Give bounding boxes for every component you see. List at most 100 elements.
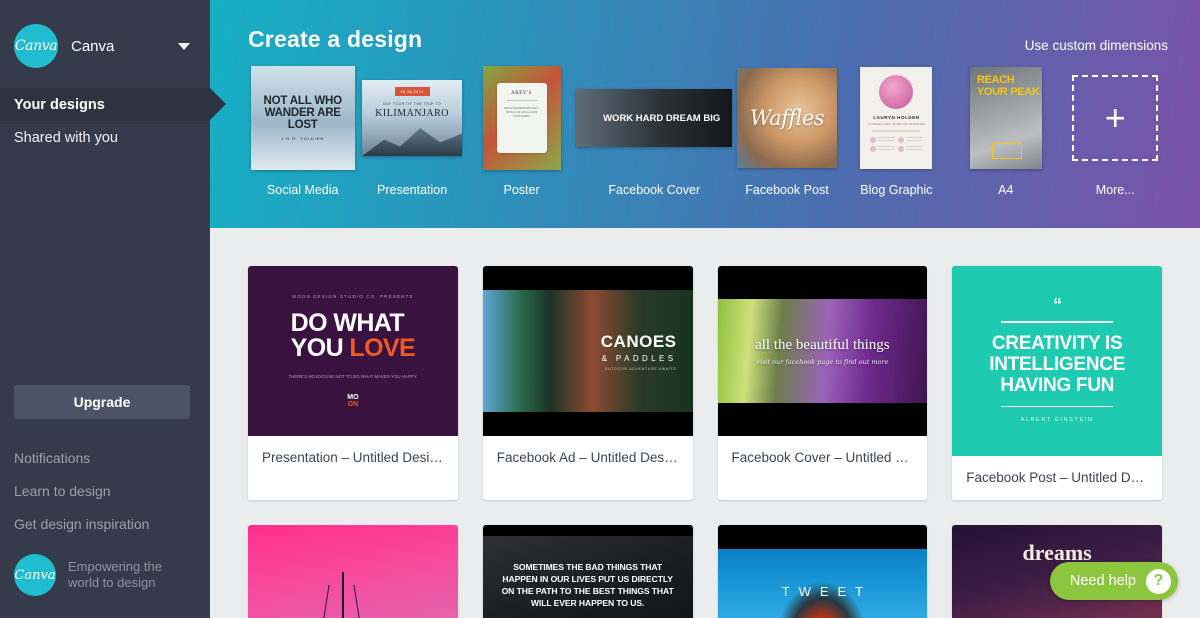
chevron-down-icon[interactable]	[178, 43, 190, 50]
design-type-label: Presentation	[377, 183, 447, 197]
brand-name: Canva	[71, 38, 178, 55]
bullet-icon	[870, 137, 876, 143]
design-attribution: ALBERT EINSTEIN	[1021, 417, 1094, 423]
thumb-role: FOUNDER AND INTERIOR DESIGNER	[867, 123, 925, 126]
canva-footer-logo-icon: Canva	[14, 554, 56, 596]
design-thumbnail: TWEET	[718, 525, 928, 618]
create-a-design-panel: Create a design Use custom dimensions NO…	[210, 0, 1200, 228]
need-help-label: Need help	[1070, 573, 1136, 589]
design-card[interactable]: MOON DESIGN STUDIO CO. PRESENTS DO WHAT …	[248, 266, 458, 500]
use-custom-dimensions-link[interactable]: Use custom dimensions	[1025, 38, 1168, 53]
design-type-social-media[interactable]: NOT ALL WHO WANDER ARE LOST J.R.R. TOLKI…	[248, 62, 357, 197]
design-thumbnail: CANOES & PADDLES OUTDOOR ADVENTURE AWAIT…	[483, 266, 693, 436]
design-card[interactable]: CANOES & PADDLES OUTDOOR ADVENTURE AWAIT…	[483, 266, 693, 500]
sidebar-item-learn-to-design[interactable]: Learn to design	[0, 474, 210, 507]
sidebar-item-shared-with-you[interactable]: Shared with you	[0, 121, 210, 154]
thumb-kicker: DAY TOUR OF THE TRIP TO	[383, 102, 441, 106]
rigging-line	[354, 585, 367, 618]
design-thumbnail: MOON DESIGN STUDIO CO. PRESENTS DO WHAT …	[248, 266, 458, 436]
logo-line-2: ON	[347, 401, 358, 408]
design-thumbnail: all the beautiful things visit our faceb…	[718, 266, 928, 436]
your-designs-grid-area: MOON DESIGN STUDIO CO. PRESENTS DO WHAT …	[210, 228, 1200, 618]
design-card-caption: Facebook Post – Untitled Design	[952, 456, 1162, 500]
need-help-button[interactable]: Need help ?	[1050, 562, 1178, 600]
thumb-headline: WORK HARD DREAM BIG	[603, 113, 720, 124]
design-body: THERE'S NO EXCUSE NOT TO DO WHAT MAKES Y…	[288, 374, 417, 380]
design-subhead: visit our facebook page to find out more	[756, 358, 888, 366]
sidebar-item-get-design-inspiration[interactable]: Get design inspiration	[0, 507, 210, 540]
sidebar-nav: Your designs Shared with you	[0, 88, 210, 154]
design-card[interactable]: “ CREATIVITY IS INTELLIGENCE HAVING FUN …	[952, 266, 1162, 500]
design-headline: DO WHAT YOU LOVE	[291, 311, 415, 361]
design-logo: MO ON	[347, 394, 358, 408]
design-type-facebook-post[interactable]: Waffles Facebook Post	[732, 62, 841, 197]
sidebar-spacer	[0, 154, 210, 385]
facebook-post-thumbnail: Waffles	[737, 68, 837, 168]
design-type-label: A4	[998, 183, 1013, 197]
design-kicker: MOON DESIGN STUDIO CO. PRESENTS	[292, 294, 413, 299]
question-mark-icon[interactable]: ?	[1146, 569, 1171, 594]
sidebar: Canva Canva Your designs Shared with you…	[0, 0, 210, 618]
social-media-thumbnail: NOT ALL WHO WANDER ARE LOST J.R.R. TOLKI…	[251, 66, 355, 170]
icon-grid	[870, 137, 922, 152]
design-thumbnail: SOMETIMES THE BAD THINGS THAT HAPPEN IN …	[483, 525, 693, 618]
design-headline: CREATIVITY IS INTELLIGENCE HAVING FUN	[952, 333, 1162, 396]
facebook-cover-thumbnail: WORK HARD DREAM BIG	[576, 89, 732, 147]
canva-app: Canva Canva Your designs Shared with you…	[0, 0, 1200, 618]
brand-selector[interactable]: Canva Canva	[0, 0, 210, 74]
design-subhead: & PADDLES	[601, 354, 677, 363]
logo-line-1: MO	[347, 394, 358, 401]
design-type-row: NOT ALL WHO WANDER ARE LOST J.R.R. TOLKI…	[210, 67, 1200, 197]
design-type-label: More...	[1096, 183, 1135, 197]
a4-thumbnail: REACH YOUR PEAK	[970, 67, 1042, 169]
sidebar-item-your-designs[interactable]: Your designs	[0, 88, 210, 121]
thumb-headline: ABEY'S	[511, 91, 532, 96]
design-type-poster[interactable]: ABEY'S FRESH INGREDIENTS DAILY FROM OUR …	[467, 62, 576, 197]
main-content: Create a design Use custom dimensions NO…	[210, 0, 1200, 618]
footer-tagline: Empowering the world to design	[68, 559, 196, 591]
design-card[interactable]: all the beautiful things visit our faceb…	[718, 266, 928, 500]
design-card[interactable]: SOMETIMES THE BAD THINGS THAT HAPPEN IN …	[483, 525, 693, 618]
designs-grid: MOON DESIGN STUDIO CO. PRESENTS DO WHAT …	[248, 266, 1162, 618]
upgrade-container: Upgrade	[0, 385, 210, 419]
design-thumbnail: “ CREATIVITY IS INTELLIGENCE HAVING FUN …	[952, 266, 1162, 456]
rigging-line	[317, 585, 330, 618]
sidebar-item-notifications[interactable]: Notifications	[0, 441, 210, 474]
sidebar-link-label: Learn to design	[14, 483, 111, 499]
upgrade-button[interactable]: Upgrade	[14, 385, 190, 419]
design-card[interactable]	[248, 525, 458, 618]
design-type-label: Poster	[503, 183, 539, 197]
design-type-a4[interactable]: REACH YOUR PEAK A4	[951, 62, 1060, 197]
blog-graphic-thumbnail: LAURYN HOLDEN FOUNDER AND INTERIOR DESIG…	[860, 67, 932, 169]
thumb-name: LAURYN HOLDEN	[873, 115, 919, 120]
sidebar-item-label: Your designs	[14, 97, 105, 113]
poster-thumbnail: ABEY'S FRESH INGREDIENTS DAILY FROM OUR …	[483, 66, 561, 170]
design-card[interactable]: TWEET	[718, 525, 928, 618]
sidebar-item-label: Shared with you	[14, 130, 118, 146]
thumb-headline: NOT ALL WHO WANDER ARE LOST	[251, 95, 355, 131]
design-type-label: Blog Graphic	[860, 183, 932, 197]
design-type-facebook-cover[interactable]: WORK HARD DREAM BIG Facebook Cover	[576, 62, 732, 197]
divider	[872, 130, 920, 132]
sidebar-footer-brand: Canva Empowering the world to design	[0, 540, 210, 618]
presentation-thumbnail: 05.28.2014 DAY TOUR OF THE TRIP TO KILIM…	[362, 80, 462, 156]
bullet-icon	[898, 146, 904, 152]
plus-icon: +	[1105, 103, 1126, 133]
design-headline: SOMETIMES THE BAD THINGS THAT HAPPEN IN …	[497, 561, 679, 609]
design-type-blog-graphic[interactable]: LAURYN HOLDEN FOUNDER AND INTERIOR DESIG…	[842, 62, 951, 197]
headline-line-2: YOU	[291, 334, 350, 362]
sidebar-link-label: Notifications	[14, 450, 90, 466]
portrait-photo	[879, 75, 913, 109]
divider	[1001, 406, 1113, 408]
headline-accent: LOVE	[349, 334, 415, 362]
mountain-shape	[362, 122, 462, 156]
quote-mark-icon: “	[1053, 299, 1061, 311]
frame-shape	[992, 143, 1022, 159]
design-type-presentation[interactable]: 05.28.2014 DAY TOUR OF THE TRIP TO KILIM…	[357, 62, 466, 197]
design-type-more[interactable]: + More...	[1061, 62, 1170, 197]
thumb-sub: J.R.R. TOLKIEN	[281, 136, 324, 141]
design-card-caption: Facebook Ad – Untitled Design	[483, 436, 693, 480]
thumb-headline: REACH YOUR PEAK	[977, 75, 1042, 98]
design-headline: TWEET	[773, 584, 873, 599]
design-thumbnail	[248, 525, 458, 618]
